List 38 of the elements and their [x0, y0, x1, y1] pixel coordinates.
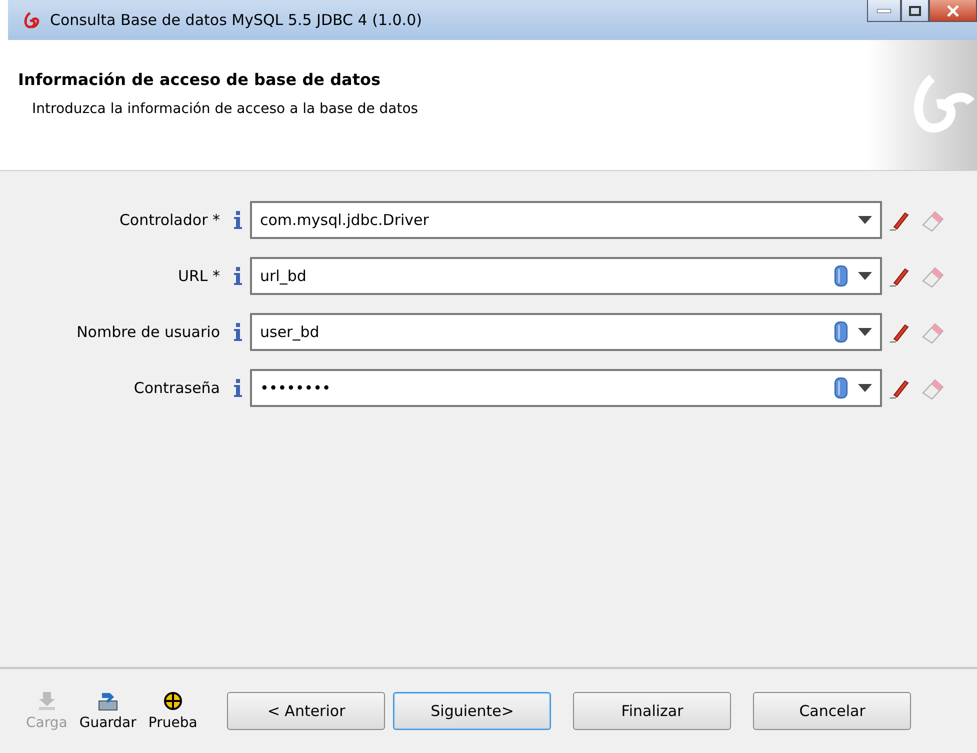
- input-field[interactable]: ••••••••: [250, 369, 882, 407]
- window-title: Consulta Base de datos MySQL 5.5 JDBC 4 (1.0.0): [50, 11, 422, 29]
- info-icon[interactable]: [234, 211, 242, 229]
- wizard-button[interactable]: Cancelar: [753, 692, 912, 730]
- database-icon[interactable]: [834, 377, 848, 399]
- dropdown-arrow-icon[interactable]: [858, 272, 872, 280]
- database-icon[interactable]: [834, 321, 848, 343]
- field-label: URL *: [176, 267, 221, 285]
- save-tray-icon: [96, 691, 119, 711]
- field-label: Contraseña: [132, 379, 221, 397]
- close-icon: [947, 4, 959, 16]
- input-field[interactable]: user_bd: [250, 313, 882, 351]
- toolbar-button[interactable]: Guardar: [73, 691, 142, 731]
- page-title: Información de acceso de base de datos: [18, 70, 382, 89]
- app-logo-icon: [22, 11, 40, 29]
- info-icon[interactable]: [234, 323, 242, 341]
- close-button[interactable]: [929, 0, 977, 22]
- info-icon[interactable]: [234, 379, 242, 397]
- dropdown-arrow-icon[interactable]: [858, 216, 872, 224]
- info-icon[interactable]: [234, 267, 242, 285]
- minimize-button[interactable]: [867, 0, 901, 22]
- minimize-icon: [877, 8, 891, 12]
- target-icon: [162, 691, 183, 711]
- combo-box[interactable]: com.mysql.jdbc.Driver: [250, 201, 882, 239]
- page-subtitle: Introduzca la información de acceso a la base de datos: [31, 101, 418, 117]
- dropdown-arrow-icon[interactable]: [858, 328, 872, 336]
- download-arrow-icon: [36, 691, 57, 711]
- maximize-button[interactable]: [901, 0, 929, 22]
- wizard-button[interactable]: Siguiente>: [393, 692, 552, 730]
- wizard-button[interactable]: Finalizar: [573, 692, 732, 730]
- input-field[interactable]: url_bd: [250, 257, 882, 295]
- database-icon[interactable]: [834, 265, 848, 287]
- field-label: Controlador *: [118, 211, 221, 229]
- maximize-icon: [909, 6, 921, 16]
- dropdown-arrow-icon[interactable]: [858, 384, 872, 392]
- toolbar-button[interactable]: Prueba: [142, 691, 204, 731]
- wizard-button[interactable]: < Anterior: [227, 692, 386, 730]
- field-label: Nombre de usuario: [76, 323, 221, 341]
